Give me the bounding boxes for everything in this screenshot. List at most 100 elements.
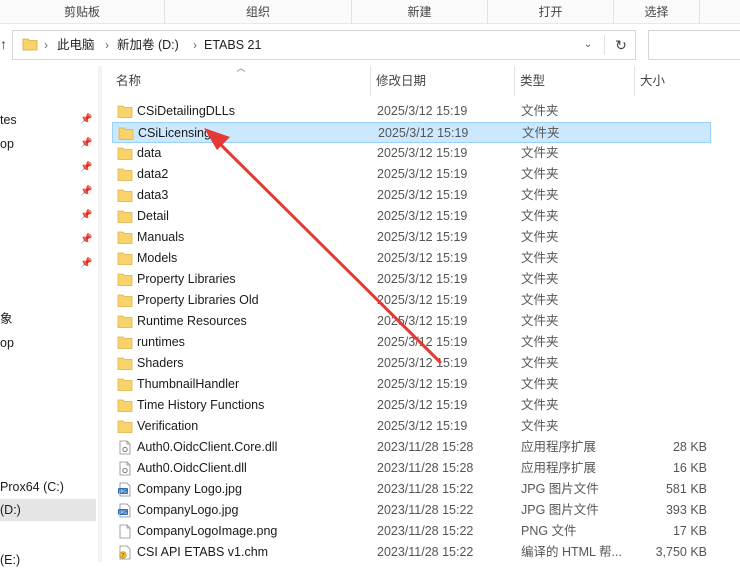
breadcrumb-etabs[interactable]: ETABS 21 xyxy=(204,31,261,59)
column-header-date[interactable]: 修改日期 xyxy=(371,66,515,96)
pin-icon: 📌 xyxy=(80,258,93,269)
nav-item[interactable]: op xyxy=(0,332,14,354)
folder-icon xyxy=(117,336,133,349)
file-size xyxy=(632,164,707,185)
nav-item-drive-d[interactable]: (D:) xyxy=(0,499,96,521)
file-row[interactable]: CSiLicensing 2025/3/12 15:19 文件夹 xyxy=(112,122,711,143)
file-row[interactable]: CompanyLogoImage.png 2023/11/28 15:22 PNG … xyxy=(112,521,711,542)
nav-item[interactable]: tes xyxy=(0,109,17,131)
breadcrumb-separator: › xyxy=(105,38,109,52)
file-row[interactable]: data2 2025/3/12 15:19 文件夹 xyxy=(112,164,711,185)
folder-icon xyxy=(118,127,134,140)
file-size xyxy=(632,395,707,416)
file-name: Auth0.OidcClient.Core.dll xyxy=(137,440,278,454)
search-input[interactable] xyxy=(648,30,740,60)
folder-icon xyxy=(117,420,133,433)
folder-icon xyxy=(117,189,133,202)
file-modified-date: 2025/3/12 15:19 xyxy=(377,293,468,307)
file-row[interactable]: Property Libraries Old 2025/3/12 15:19 文件夹 xyxy=(112,290,711,311)
file-type: 文件夹 xyxy=(521,377,559,391)
file-name: CSI API ETABS v1.chm xyxy=(137,545,269,559)
file-name: CompanyLogoImage.png xyxy=(137,524,278,538)
column-header-size[interactable]: 大小 xyxy=(635,66,715,96)
pin-icon: 📌 xyxy=(80,114,93,125)
nav-item-drive-c[interactable]: Prox64 (C:) xyxy=(0,476,64,498)
file-row[interactable]: Detail 2025/3/12 15:19 文件夹 xyxy=(112,206,711,227)
ribbon-group-open[interactable]: 打开 xyxy=(488,0,614,24)
navigation-pane: tes op 象 op Prox64 (C:) (D:) (E:) 📌 📌 📌 … xyxy=(0,66,98,567)
file-name: Models xyxy=(137,251,178,265)
file-modified-date: 2025/3/12 15:19 xyxy=(377,188,468,202)
file-size xyxy=(632,227,707,248)
file-row[interactable]: Runtime Resources 2025/3/12 15:19 文件夹 xyxy=(112,311,711,332)
chevron-down-icon[interactable]: ⌄ xyxy=(578,31,598,59)
file-modified-date: 2025/3/12 15:19 xyxy=(377,398,468,412)
nav-item-drive-e[interactable]: (E:) xyxy=(0,549,20,571)
file-type: 应用程序扩展 xyxy=(521,440,597,454)
file-row[interactable]: JPG CompanyLogo.jpg 2023/11/28 15:22 JPG 图片… xyxy=(112,500,711,521)
column-header-type[interactable]: 类型 xyxy=(515,66,635,96)
file-modified-date: 2025/3/12 15:19 xyxy=(377,209,468,223)
file-row[interactable]: data3 2025/3/12 15:19 文件夹 xyxy=(112,185,711,206)
breadcrumb-this-pc[interactable]: 此电脑 xyxy=(57,31,95,59)
file-row[interactable]: JPG Company Logo.jpg 2023/11/28 15:22 JPG 图… xyxy=(112,479,711,500)
file-name: ThumbnailHandler xyxy=(137,377,240,391)
ribbon-group-select[interactable]: 选择 xyxy=(614,0,700,24)
ribbon-group-clipboard[interactable]: 剪贴板 xyxy=(0,0,165,24)
file-modified-date: 2025/3/12 15:19 xyxy=(377,272,468,286)
file-modified-date: 2025/3/12 15:19 xyxy=(377,146,468,160)
file-row[interactable]: Time History Functions 2025/3/12 15:19 文件夹 xyxy=(112,395,711,416)
file-row[interactable]: Auth0.OidcClient.dll 2023/11/28 15:28 应用程序… xyxy=(112,458,711,479)
file-type: 文件夹 xyxy=(521,272,559,286)
file-size xyxy=(632,269,707,290)
file-type: JPG 图片文件 xyxy=(521,503,599,517)
pin-icon: 📌 xyxy=(80,210,93,221)
file-name: Detail xyxy=(137,209,169,223)
file-row[interactable]: Models 2025/3/12 15:19 文件夹 xyxy=(112,248,711,269)
nav-item[interactable]: op xyxy=(0,133,14,155)
file-modified-date: 2023/11/28 15:22 xyxy=(377,503,474,517)
file-size xyxy=(632,374,707,395)
file-row[interactable]: Verification 2025/3/12 15:19 文件夹 xyxy=(112,416,711,437)
file-type: 文件夹 xyxy=(521,209,559,223)
ribbon-group-new[interactable]: 新建 xyxy=(352,0,488,24)
ribbon-group-organize[interactable]: 组织 xyxy=(165,0,352,24)
file-modified-date: 2023/11/28 15:28 xyxy=(377,461,474,475)
file-size xyxy=(632,353,707,374)
dll-file-icon xyxy=(119,461,131,476)
file-size: 16 KB xyxy=(672,461,707,475)
file-row[interactable]: ThumbnailHandler 2025/3/12 15:19 文件夹 xyxy=(112,374,711,395)
file-row[interactable]: Manuals 2025/3/12 15:19 文件夹 xyxy=(112,227,711,248)
refresh-icon[interactable]: ↻ xyxy=(609,31,633,59)
file-row[interactable]: Auth0.OidcClient.Core.dll 2023/11/28 15:2… xyxy=(112,437,711,458)
file-row[interactable]: runtimes 2025/3/12 15:19 文件夹 xyxy=(112,332,711,353)
file-type: 文件夹 xyxy=(521,167,559,181)
file-name: data2 xyxy=(137,167,169,181)
folder-icon xyxy=(117,252,133,265)
file-modified-date: 2025/3/12 15:19 xyxy=(377,230,468,244)
folder-icon xyxy=(22,38,38,51)
address-bar[interactable]: › 此电脑 › 新加卷 (D:) › ETABS 21 ⌄ ↻ xyxy=(12,30,636,60)
svg-text:JPG: JPG xyxy=(118,489,127,495)
nav-pane-scrollbar[interactable] xyxy=(98,66,102,562)
file-row[interactable]: Shaders 2025/3/12 15:19 文件夹 xyxy=(112,353,711,374)
file-size xyxy=(632,290,707,311)
jpg-file-icon: JPG xyxy=(118,503,131,518)
file-row[interactable]: ? CSI API ETABS v1.chm 2023/11/28 15:22 编译的… xyxy=(112,542,711,563)
dll-file-icon xyxy=(119,440,131,455)
file-type: 文件夹 xyxy=(521,230,559,244)
file-type: 文件夹 xyxy=(521,293,559,307)
file-modified-date: 2025/3/12 15:19 xyxy=(377,377,468,391)
column-header-name[interactable]: 名称 xyxy=(111,66,371,96)
file-modified-date: 2025/3/12 15:19 xyxy=(377,419,468,433)
file-size xyxy=(632,248,707,269)
file-row[interactable]: Property Libraries 2025/3/12 15:19 文件夹 xyxy=(112,269,711,290)
file-size xyxy=(632,332,707,353)
breadcrumb-drive-d[interactable]: 新加卷 (D:) xyxy=(117,31,179,59)
breadcrumb-separator: › xyxy=(44,38,48,52)
file-row[interactable]: CSiDetailingDLLs 2025/3/12 15:19 文件夹 xyxy=(112,101,711,122)
up-arrow-icon[interactable]: ↑ xyxy=(0,36,10,52)
folder-icon xyxy=(117,357,133,370)
file-row[interactable]: data 2025/3/12 15:19 文件夹 xyxy=(112,143,711,164)
nav-item[interactable]: 象 xyxy=(0,308,13,330)
